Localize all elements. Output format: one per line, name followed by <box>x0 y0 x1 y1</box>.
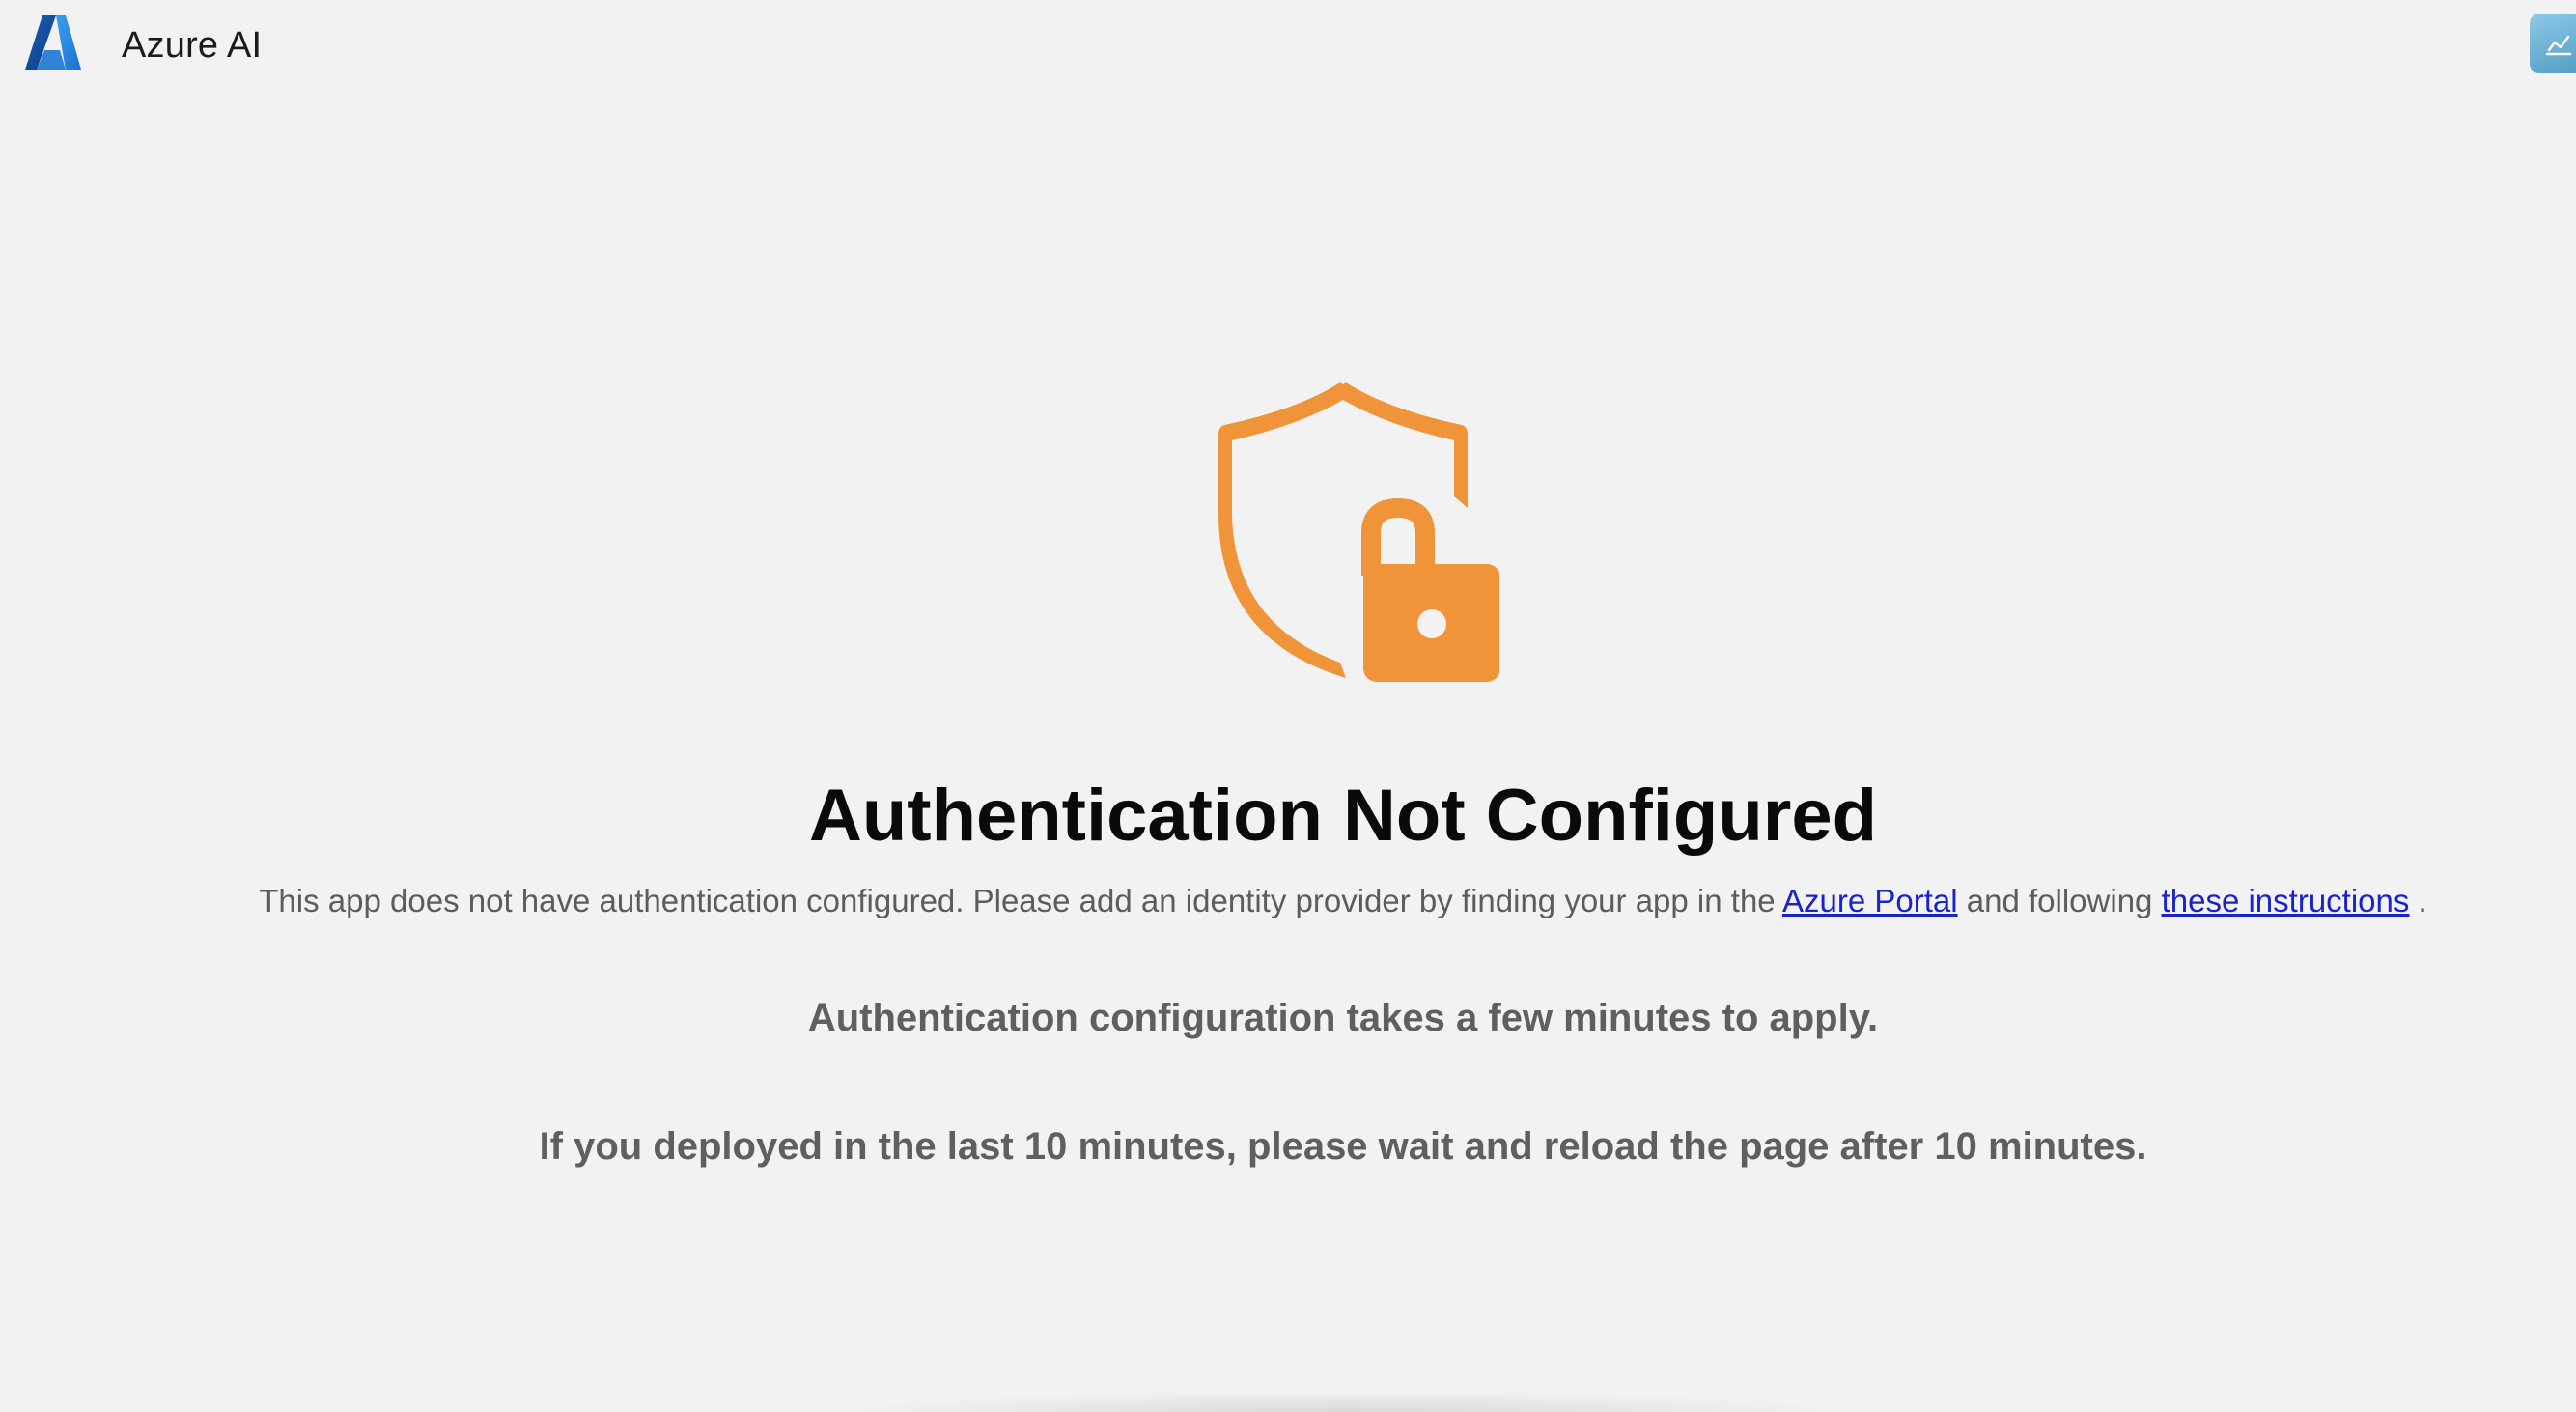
shield-lock-icon <box>1205 371 1500 685</box>
page-title: Authentication Not Configured <box>808 775 1878 857</box>
bottom-shadow <box>830 1391 1854 1412</box>
auth-description: This app does not have authentication co… <box>0 879 2576 923</box>
apply-time-note: Authentication configuration takes a few… <box>807 997 1879 1039</box>
description-suffix: . <box>2409 883 2427 918</box>
description-middle: and following <box>1957 883 2162 918</box>
instructions-link[interactable]: these instructions <box>2162 883 2410 918</box>
reload-note: If you deployed in the last 10 minutes, … <box>539 1125 2147 1168</box>
azure-portal-link[interactable]: Azure Portal <box>1782 883 1958 918</box>
description-prefix: This app does not have authentication co… <box>259 883 1782 918</box>
page: Azure AI Authentication Not Configured T… <box>0 0 2576 1412</box>
main-content: Authentication Not Configured This app d… <box>0 0 2576 1412</box>
